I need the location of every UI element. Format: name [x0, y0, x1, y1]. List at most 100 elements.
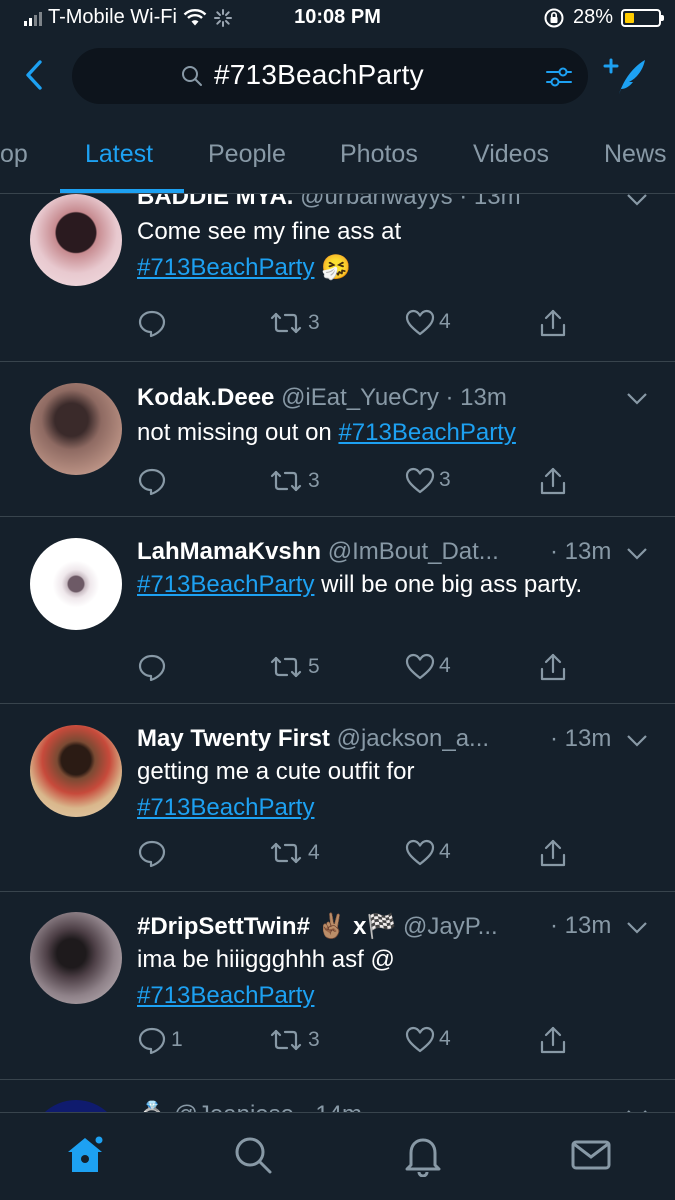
retweet-button[interactable]: 4	[268, 838, 320, 868]
chevron-down-icon[interactable]	[626, 734, 648, 748]
hashtag-link[interactable]: #713BeachParty	[338, 419, 515, 446]
timestamp: · 13m	[550, 912, 612, 939]
tweet[interactable]: BADDIE MYA. @urbanwayys · 13m Come see m…	[0, 194, 675, 362]
share-icon	[539, 308, 567, 338]
user-handle[interactable]: @Jeaniese	[174, 1101, 294, 1112]
tab-videos[interactable]: Videos	[473, 140, 549, 169]
retweets-count: 3	[308, 1028, 320, 1051]
timestamp: · 13m	[459, 194, 521, 210]
retweet-icon	[268, 308, 304, 338]
status-bar: T-Mobile Wi-Fi 10:08 PM 28%	[0, 0, 675, 38]
share-button[interactable]	[539, 838, 567, 868]
search-header: #713BeachParty	[0, 38, 675, 116]
hashtag-link[interactable]: #713BeachParty	[137, 794, 314, 821]
search-icon[interactable]	[231, 1133, 275, 1177]
reply-icon	[137, 652, 167, 682]
tab-top[interactable]: op	[0, 140, 28, 169]
back-button[interactable]	[20, 58, 50, 92]
share-button[interactable]	[539, 308, 567, 338]
likes-count: 4	[439, 310, 451, 333]
tweet[interactable]: #DripSettTwin# ✌🏽 x🏁 @JayP... · 13m ima …	[0, 892, 675, 1080]
tab-latest[interactable]: Latest	[85, 140, 153, 169]
chevron-down-icon[interactable]	[626, 392, 648, 406]
user-handle[interactable]: @ImBout_Dat...	[328, 538, 499, 565]
tweet-actions: 1 3 4	[0, 1025, 675, 1061]
reply-icon	[137, 1025, 167, 1055]
avatar[interactable]	[30, 194, 122, 286]
hashtag-link[interactable]: #713BeachParty	[137, 571, 314, 598]
avatar[interactable]	[30, 725, 122, 817]
avatar[interactable]	[30, 912, 122, 1004]
messages-envelope-icon[interactable]	[569, 1133, 613, 1177]
tab-news[interactable]: News	[604, 140, 667, 169]
hashtag-link[interactable]: #713BeachParty	[137, 982, 314, 1009]
heart-icon	[405, 838, 435, 866]
reply-button[interactable]	[137, 308, 171, 338]
likes-count: 3	[439, 468, 451, 491]
retweets-count: 3	[308, 469, 320, 492]
tweet-header: Kodak.Deee @iEat_YueCry · 13m	[137, 384, 589, 412]
likes-count: 4	[439, 1027, 451, 1050]
heart-icon	[405, 466, 435, 494]
tweet-actions: 54	[0, 652, 675, 688]
chevron-down-icon[interactable]	[626, 921, 648, 935]
reply-icon	[137, 466, 167, 496]
chevron-down-icon[interactable]	[626, 194, 648, 207]
tab-photos[interactable]: Photos	[340, 140, 418, 169]
share-button[interactable]	[539, 466, 567, 496]
avatar[interactable]	[30, 1100, 122, 1112]
heart-icon	[405, 1025, 435, 1053]
reply-button[interactable]	[137, 466, 171, 496]
retweet-button[interactable]: 3	[268, 466, 320, 496]
display-name[interactable]: May Twenty First	[137, 725, 330, 752]
search-input[interactable]: #713BeachParty	[72, 48, 588, 104]
tweet-header: 💍 @Jeaniese · 14m	[137, 1100, 589, 1112]
reply-button[interactable]	[137, 652, 171, 682]
user-handle[interactable]: @JayP...	[403, 913, 498, 940]
like-button[interactable]: 4	[405, 1025, 451, 1053]
reply-button[interactable]: 1	[137, 1025, 183, 1055]
avatar[interactable]	[30, 538, 122, 630]
retweet-icon	[268, 466, 304, 496]
user-handle[interactable]: @urbanwayys	[300, 194, 452, 210]
filter-icon[interactable]	[544, 62, 574, 92]
tweet[interactable]: 💍 @Jeaniese · 14m	[0, 1080, 675, 1112]
tweet[interactable]: May Twenty First @jackson_a... · 13m get…	[0, 704, 675, 892]
likes-count: 4	[439, 654, 451, 677]
display-name[interactable]: BADDIE MYA.	[137, 194, 293, 210]
hashtag-link[interactable]: #713BeachParty	[137, 254, 314, 281]
tweet-header: #DripSettTwin# ✌🏽 x🏁 @JayP...	[137, 912, 589, 941]
share-button[interactable]	[539, 1025, 567, 1055]
display-name[interactable]: Kodak.Deee	[137, 384, 274, 411]
retweet-button[interactable]: 3	[268, 308, 320, 338]
chevron-down-icon[interactable]	[626, 547, 648, 561]
like-button[interactable]: 4	[405, 652, 451, 680]
notifications-bell-icon[interactable]	[401, 1133, 445, 1177]
user-handle[interactable]: @iEat_YueCry	[281, 384, 439, 411]
tweet[interactable]: LahMamaKvshn @ImBout_Dat... · 13m #713Be…	[0, 517, 675, 704]
tweet-feed[interactable]: BADDIE MYA. @urbanwayys · 13m Come see m…	[0, 194, 675, 1112]
retweets-count: 4	[308, 841, 320, 864]
timestamp: · 14m	[301, 1101, 362, 1112]
like-button[interactable]: 4	[405, 838, 451, 866]
tweet[interactable]: Kodak.Deee @iEat_YueCry · 13m not missin…	[0, 362, 675, 517]
user-handle[interactable]: @jackson_a...	[337, 725, 489, 752]
compose-tweet-button[interactable]	[601, 54, 649, 98]
display-name[interactable]: #DripSettTwin# ✌🏽 x🏁	[137, 913, 396, 940]
tweet-actions: 33	[0, 466, 675, 502]
like-button[interactable]: 3	[405, 466, 451, 494]
search-tabs: op Latest People Photos Videos News	[0, 116, 675, 194]
display-name[interactable]: 💍	[137, 1101, 167, 1112]
share-button[interactable]	[539, 652, 567, 682]
tweet-header: LahMamaKvshn @ImBout_Dat...	[137, 538, 589, 566]
retweet-icon	[268, 652, 304, 682]
retweet-button[interactable]: 5	[268, 652, 320, 682]
reply-button[interactable]	[137, 838, 171, 868]
home-icon[interactable]	[63, 1133, 107, 1177]
like-button[interactable]: 4	[405, 308, 451, 336]
display-name[interactable]: LahMamaKvshn	[137, 538, 321, 565]
avatar[interactable]	[30, 383, 122, 475]
retweet-button[interactable]: 3	[268, 1025, 320, 1055]
tweet-text-part: getting me a cute outfit for	[137, 758, 415, 785]
tab-people[interactable]: People	[208, 140, 286, 169]
